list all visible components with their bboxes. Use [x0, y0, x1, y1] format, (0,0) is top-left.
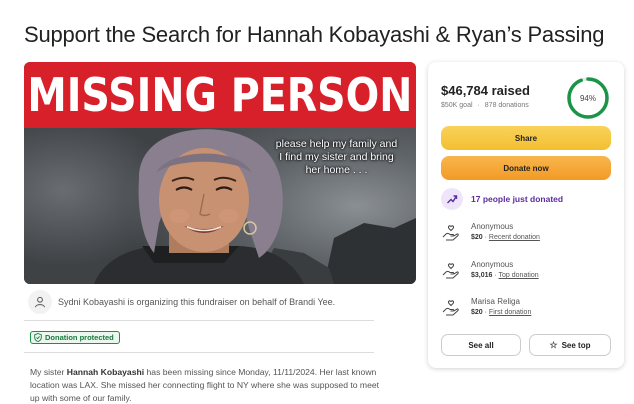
missing-person-banner: MISSING PERSON — [24, 62, 416, 128]
share-button[interactable]: Share — [441, 126, 611, 150]
donor-tag[interactable]: Top donation — [499, 272, 539, 279]
organizer-text: Sydni Kobayashi is organizing this fundr… — [58, 297, 336, 307]
story-name: Hannah Kobayashi — [66, 367, 145, 377]
amount-raised: $46,784 raised — [441, 83, 530, 98]
photo-caption: please help my family and I find my sist… — [275, 138, 398, 176]
donor-item: Anonymous $3,016 · Top donation — [441, 260, 539, 288]
donation-count: 878 donations — [484, 102, 529, 109]
organizer-row: Sydni Kobayashi is organizing this fundr… — [24, 290, 374, 314]
donor-name: Anonymous — [471, 260, 514, 269]
recent-donors-notice: 17 people just donated — [441, 188, 563, 210]
trend-text: 17 people just donated — [471, 194, 564, 204]
story-lead: My sister — [30, 367, 67, 377]
person-icon — [28, 290, 52, 314]
donor-item: Anonymous $20 · Recent donation — [441, 222, 540, 250]
donor-amount: $20 — [471, 309, 483, 316]
trending-up-icon — [441, 188, 463, 210]
donation-hand-icon — [442, 225, 459, 241]
donor-amount: $20 — [471, 234, 483, 241]
divider — [24, 352, 374, 353]
donation-hand-icon — [442, 263, 459, 279]
see-top-button[interactable]: ☆ See top — [529, 334, 611, 356]
star-icon: ☆ — [549, 339, 558, 350]
donation-hand-icon — [442, 300, 459, 316]
page-title: Support the Search for Hannah Kobayashi … — [24, 22, 605, 47]
protected-label: Donation protected — [45, 333, 114, 342]
goal-summary: $50K goal · 878 donations — [441, 102, 529, 109]
hero-image[interactable]: MISSING PERSON please help my family and… — [24, 62, 416, 284]
donor-name: Marisa Religa — [471, 297, 520, 306]
separator: · — [477, 102, 480, 109]
progress-percent: 94% — [579, 93, 596, 103]
donor-name: Anonymous — [471, 222, 514, 231]
divider — [24, 320, 374, 321]
see-top-label: See top — [561, 340, 591, 350]
donor-item: Marisa Religa $20 · First donation — [441, 297, 531, 325]
photo: please help my family and I find my sist… — [24, 128, 416, 284]
donor-tag[interactable]: Recent donation — [489, 234, 540, 241]
banner-text: MISSING PERSON — [27, 68, 413, 122]
story-text: My sister Hannah Kobayashi has been miss… — [30, 366, 380, 404]
see-all-button[interactable]: See all — [441, 334, 521, 356]
donation-protected-badge[interactable]: Donation protected — [30, 331, 120, 344]
shield-check-icon — [34, 333, 42, 342]
donate-now-button[interactable]: Donate now — [441, 156, 611, 180]
donate-card: $46,784 raised $50K goal · 878 donations… — [428, 62, 624, 368]
donor-tag[interactable]: First donation — [489, 309, 531, 316]
goal-text: $50K goal — [441, 102, 473, 109]
donor-amount: $3,016 — [471, 272, 493, 279]
